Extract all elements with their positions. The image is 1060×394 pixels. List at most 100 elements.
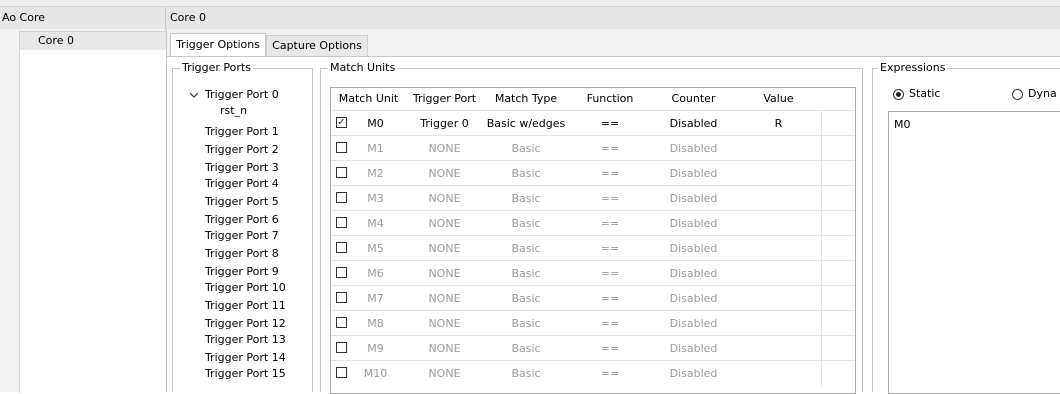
dynamic-radio[interactable] xyxy=(1012,89,1023,100)
cell-port[interactable]: NONE xyxy=(406,336,483,361)
chevron-down-icon[interactable] xyxy=(189,90,199,100)
cell-type[interactable]: Basic xyxy=(483,186,569,211)
cell-counter[interactable]: Disabled xyxy=(651,311,736,336)
cell-type[interactable]: Basic xyxy=(483,136,569,161)
cell-counter[interactable]: Disabled xyxy=(651,211,736,236)
cell-port[interactable]: NONE xyxy=(406,361,483,386)
cell-port[interactable]: NONE xyxy=(406,311,483,336)
expression-editor[interactable]: M0 xyxy=(888,111,1060,394)
trigger-port-child-rst-n[interactable]: rst_n xyxy=(220,104,247,117)
column-header-counter[interactable]: Counter xyxy=(651,88,736,110)
cell-value[interactable] xyxy=(736,211,821,236)
column-header-port[interactable]: Trigger Port xyxy=(406,88,483,110)
cell-type[interactable]: Basic xyxy=(483,311,569,336)
cell-value[interactable] xyxy=(736,361,821,386)
cell-func[interactable]: == xyxy=(569,361,651,386)
cell-func[interactable]: == xyxy=(569,286,651,311)
cell-func[interactable]: == xyxy=(569,136,651,161)
table-row[interactable]: M2 NONE Basic == Disabled xyxy=(331,160,855,186)
cell-value[interactable] xyxy=(736,336,821,361)
trigger-port-item[interactable]: Trigger Port 14 xyxy=(205,351,286,364)
cell-type[interactable]: Basic xyxy=(483,336,569,361)
cell-port[interactable]: NONE xyxy=(406,161,483,186)
table-row[interactable]: M7 NONE Basic == Disabled xyxy=(331,285,855,311)
table-row[interactable]: M3 NONE Basic == Disabled xyxy=(331,185,855,211)
cell-counter[interactable]: Disabled xyxy=(651,136,736,161)
trigger-port-item[interactable]: Trigger Port 3 xyxy=(205,161,279,174)
cell-value[interactable] xyxy=(736,261,821,286)
cell-value[interactable] xyxy=(736,236,821,261)
trigger-port-item[interactable]: Trigger Port 11 xyxy=(205,299,286,312)
tree-item-core-0[interactable]: Core 0 xyxy=(20,32,166,50)
table-row[interactable]: M8 NONE Basic == Disabled xyxy=(331,310,855,336)
trigger-port-item[interactable]: Trigger Port 10 xyxy=(205,281,286,294)
cell-counter[interactable]: Disabled xyxy=(651,186,736,211)
table-row[interactable]: M10 NONE Basic == Disabled xyxy=(331,360,855,386)
cell-counter[interactable]: Disabled xyxy=(651,236,736,261)
cell-type[interactable]: Basic xyxy=(483,261,569,286)
static-label[interactable]: Static xyxy=(909,87,940,100)
row-divider xyxy=(821,261,822,286)
cell-value[interactable] xyxy=(736,161,821,186)
table-row[interactable]: M1 NONE Basic == Disabled xyxy=(331,135,855,161)
cell-port[interactable]: Trigger 0 xyxy=(406,111,483,136)
cell-value[interactable] xyxy=(736,186,821,211)
cell-value[interactable]: R xyxy=(736,111,821,136)
cell-value[interactable] xyxy=(736,136,821,161)
cell-value[interactable] xyxy=(736,311,821,336)
trigger-port-item[interactable]: Trigger Port 5 xyxy=(205,195,279,208)
cell-counter[interactable]: Disabled xyxy=(651,361,736,386)
table-row[interactable]: M4 NONE Basic == Disabled xyxy=(331,210,855,236)
trigger-port-item[interactable]: Trigger Port 1 xyxy=(205,125,279,138)
cell-unit: M8 xyxy=(367,317,384,330)
trigger-port-0[interactable]: Trigger Port 0 xyxy=(205,88,279,101)
trigger-port-item[interactable]: Trigger Port 15 xyxy=(205,367,286,380)
cell-func[interactable]: == xyxy=(569,311,651,336)
cell-func[interactable]: == xyxy=(569,111,651,136)
cell-counter[interactable]: Disabled xyxy=(651,261,736,286)
cell-port[interactable]: NONE xyxy=(406,186,483,211)
cell-type[interactable]: Basic w/edges xyxy=(483,111,569,136)
tab-capture-options[interactable]: Capture Options xyxy=(266,35,368,56)
tab-trigger-options[interactable]: Trigger Options xyxy=(170,33,266,57)
table-row[interactable]: M5 NONE Basic == Disabled xyxy=(331,235,855,261)
cell-func[interactable]: == xyxy=(569,161,651,186)
cell-type[interactable]: Basic xyxy=(483,236,569,261)
trigger-port-item[interactable]: Trigger Port 4 xyxy=(205,177,279,190)
trigger-port-item[interactable]: Trigger Port 2 xyxy=(205,143,279,156)
column-header-func[interactable]: Function xyxy=(569,88,651,110)
cell-port[interactable]: NONE xyxy=(406,236,483,261)
cell-port[interactable]: NONE xyxy=(406,136,483,161)
cell-func[interactable]: == xyxy=(569,336,651,361)
trigger-port-item[interactable]: Trigger Port 8 xyxy=(205,247,279,260)
column-header-unit[interactable]: Match Unit xyxy=(331,88,406,110)
cell-counter[interactable]: Disabled xyxy=(651,111,736,136)
dynamic-label[interactable]: Dyna xyxy=(1028,87,1057,100)
cell-type[interactable]: Basic xyxy=(483,161,569,186)
cell-func[interactable]: == xyxy=(569,186,651,211)
table-row[interactable]: M9 NONE Basic == Disabled xyxy=(331,335,855,361)
cell-port[interactable]: NONE xyxy=(406,261,483,286)
trigger-port-item[interactable]: Trigger Port 6 xyxy=(205,213,279,226)
cell-counter[interactable]: Disabled xyxy=(651,336,736,361)
table-row[interactable]: ✓ M0 Trigger 0 Basic w/edges == Disabled R xyxy=(331,110,855,136)
cell-value[interactable] xyxy=(736,286,821,311)
cell-port[interactable]: NONE xyxy=(406,211,483,236)
column-header-type[interactable]: Match Type xyxy=(483,88,569,110)
trigger-port-item[interactable]: Trigger Port 13 xyxy=(205,333,286,346)
cell-port[interactable]: NONE xyxy=(406,286,483,311)
cell-counter[interactable]: Disabled xyxy=(651,161,736,186)
cell-func[interactable]: == xyxy=(569,261,651,286)
trigger-port-item[interactable]: Trigger Port 9 xyxy=(205,265,279,278)
cell-type[interactable]: Basic xyxy=(483,286,569,311)
cell-counter[interactable]: Disabled xyxy=(651,286,736,311)
cell-func[interactable]: == xyxy=(569,211,651,236)
cell-func[interactable]: == xyxy=(569,236,651,261)
table-row[interactable]: M6 NONE Basic == Disabled xyxy=(331,260,855,286)
static-radio[interactable] xyxy=(893,89,904,100)
column-header-value[interactable]: Value xyxy=(736,88,821,110)
cell-type[interactable]: Basic xyxy=(483,211,569,236)
trigger-port-item[interactable]: Trigger Port 7 xyxy=(205,229,279,242)
cell-type[interactable]: Basic xyxy=(483,361,569,386)
trigger-port-item[interactable]: Trigger Port 12 xyxy=(205,317,286,330)
